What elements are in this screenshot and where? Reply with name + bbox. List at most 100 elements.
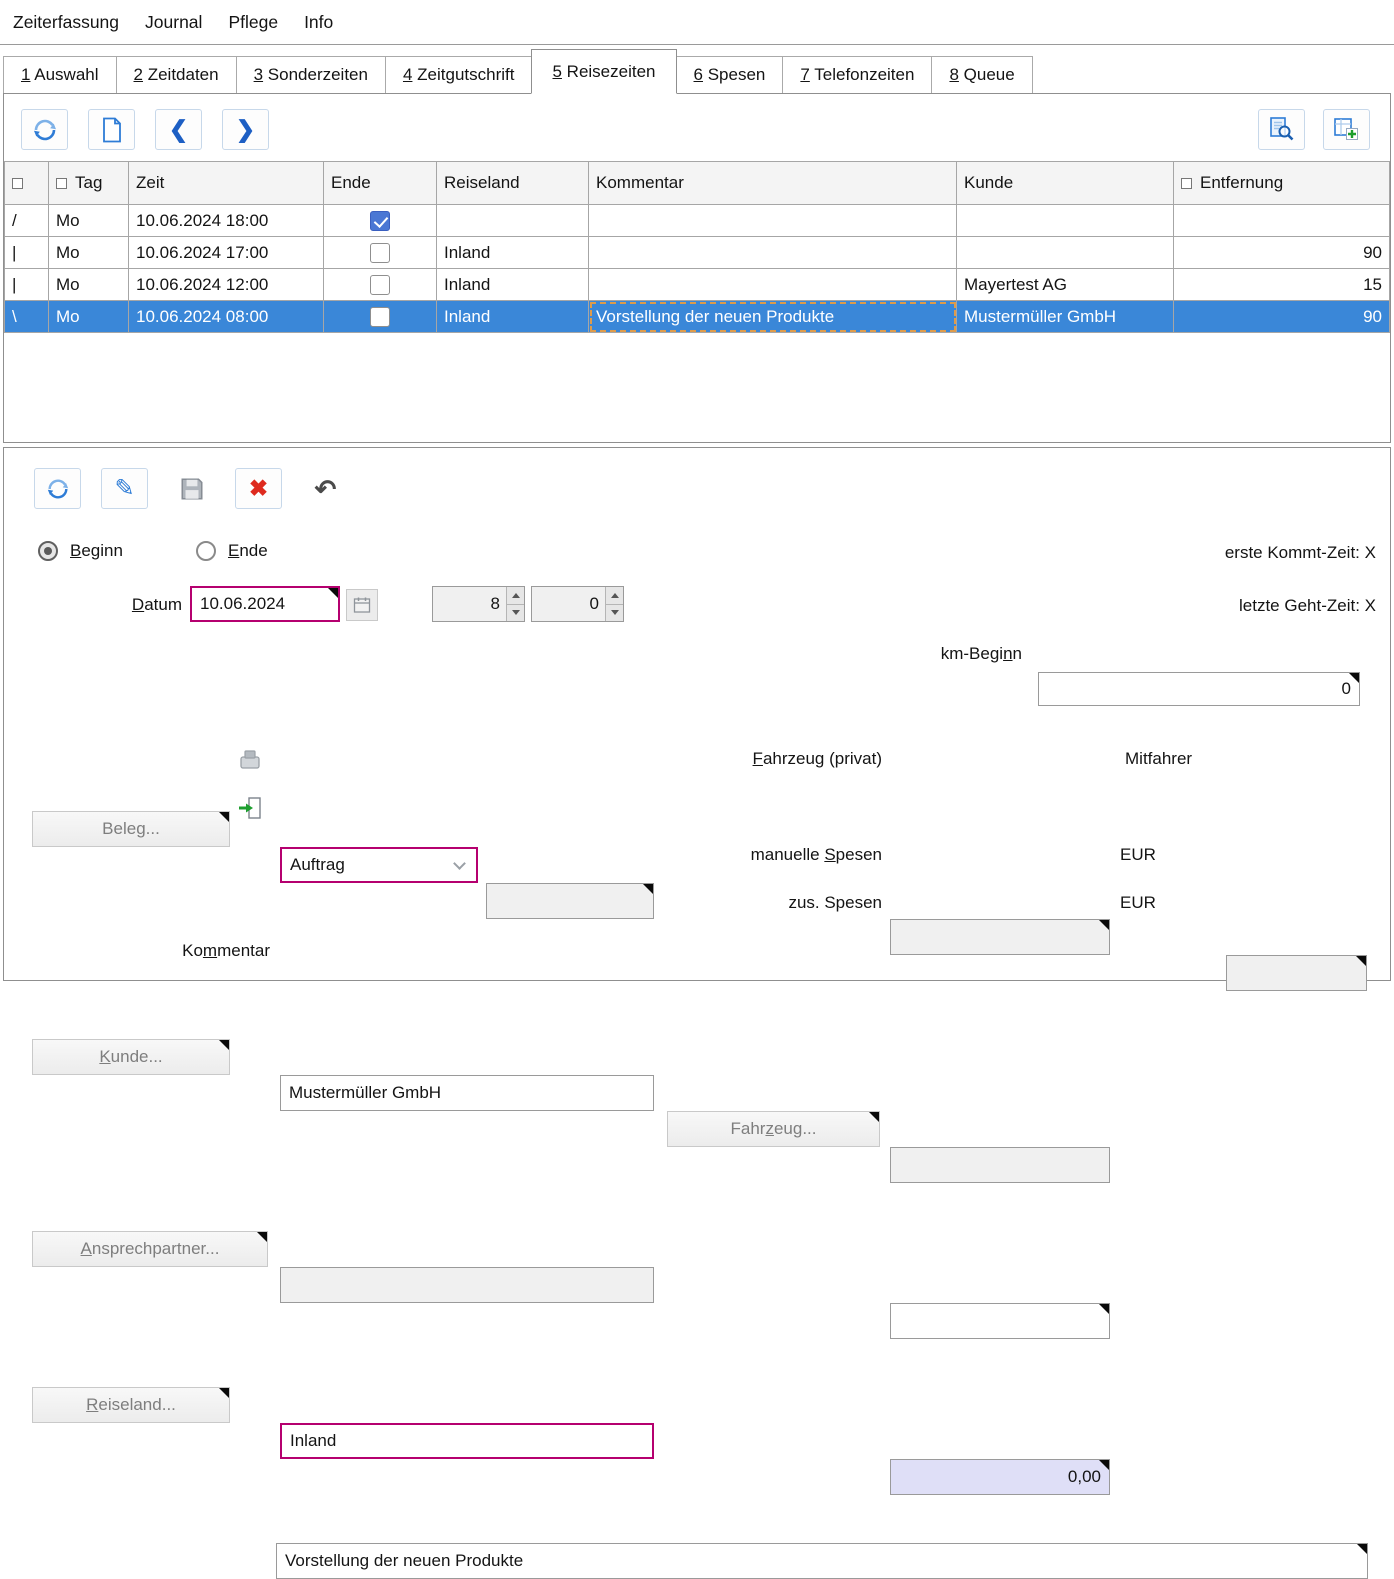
- cell-marker[interactable]: |: [5, 269, 49, 301]
- cell-reiseland[interactable]: [437, 205, 589, 237]
- cell-zeit[interactable]: 10.06.2024 18:00: [129, 205, 324, 237]
- tab-queue[interactable]: 8 Queue: [931, 56, 1032, 93]
- tag-filter-checkbox[interactable]: [56, 178, 67, 189]
- cell-marker[interactable]: |: [5, 237, 49, 269]
- table-row[interactable]: / Mo 10.06.2024 18:00: [5, 205, 1390, 237]
- tab-zeitgutschrift[interactable]: 4 Zeitgutschrift: [385, 56, 533, 93]
- cell-ende[interactable]: [324, 269, 437, 301]
- cell-entfernung[interactable]: [1174, 205, 1390, 237]
- cell-entfernung[interactable]: 15: [1174, 269, 1390, 301]
- calendar-button[interactable]: [346, 589, 378, 621]
- cell-entfernung[interactable]: 90: [1174, 301, 1390, 333]
- cell-tag[interactable]: Mo: [49, 301, 129, 333]
- beleg-scanner-button[interactable]: [234, 744, 266, 776]
- cell-ende[interactable]: [324, 237, 437, 269]
- column-header-tag[interactable]: Tag: [49, 162, 129, 205]
- column-header-select[interactable]: [5, 162, 49, 205]
- goto-customer-button[interactable]: [234, 792, 266, 824]
- cell-kommentar[interactable]: [589, 237, 957, 269]
- beleg-button[interactable]: Beleg...: [32, 811, 230, 847]
- auftrag-select[interactable]: Auftrag: [280, 847, 478, 883]
- cell-tag[interactable]: Mo: [49, 237, 129, 269]
- tab-zeitdaten[interactable]: 2 Zeitdaten: [116, 56, 237, 93]
- minute-spin-up[interactable]: [606, 587, 623, 605]
- add-record-button[interactable]: [1323, 109, 1370, 150]
- column-header-zeit[interactable]: Zeit: [129, 162, 324, 205]
- tab-telefonzeiten[interactable]: 7 Telefonzeiten: [782, 56, 932, 93]
- ende-checkbox[interactable]: [370, 275, 390, 295]
- fahrzeug-input[interactable]: [890, 1147, 1110, 1183]
- table-row-selected[interactable]: \ Mo 10.06.2024 08:00 Inland Vorstellung…: [5, 301, 1390, 333]
- datum-input[interactable]: 10.06.2024: [190, 586, 340, 622]
- tab-spesen[interactable]: 6 Spesen: [676, 56, 784, 93]
- cell-zeit[interactable]: 10.06.2024 12:00: [129, 269, 324, 301]
- menu-info[interactable]: Info: [291, 0, 346, 44]
- next-record-button[interactable]: ❯: [222, 109, 269, 150]
- refresh-detail-button[interactable]: [34, 468, 81, 509]
- table-row[interactable]: | Mo 10.06.2024 12:00 Inland Mayertest A…: [5, 269, 1390, 301]
- column-header-reiseland[interactable]: Reiseland: [437, 162, 589, 205]
- kunde-button[interactable]: Kunde...: [32, 1039, 230, 1075]
- tab-sonderzeiten[interactable]: 3 Sonderzeiten: [236, 56, 386, 93]
- column-header-kommentar[interactable]: Kommentar: [589, 162, 957, 205]
- cell-kommentar[interactable]: [589, 205, 957, 237]
- hour-spinner[interactable]: 8: [432, 586, 525, 622]
- save-record-button[interactable]: [168, 468, 215, 509]
- cell-ende[interactable]: [324, 205, 437, 237]
- cell-tag[interactable]: Mo: [49, 269, 129, 301]
- ansprechpartner-input[interactable]: [280, 1267, 654, 1303]
- reiseland-input[interactable]: Inland: [280, 1423, 654, 1459]
- minute-spinner[interactable]: 0: [531, 586, 624, 622]
- preview-button[interactable]: [1258, 109, 1305, 150]
- select-all-checkbox[interactable]: [12, 178, 23, 189]
- cell-kunde[interactable]: [957, 205, 1174, 237]
- column-header-entfernung[interactable]: Entfernung: [1174, 162, 1390, 205]
- cell-ende[interactable]: [324, 301, 437, 333]
- previous-record-button[interactable]: ❮: [155, 109, 202, 150]
- edit-record-button[interactable]: ✎: [101, 468, 148, 509]
- ende-checkbox[interactable]: [370, 243, 390, 263]
- km-beginn-input[interactable]: 0: [1038, 672, 1360, 706]
- hour-spin-down[interactable]: [507, 605, 524, 622]
- cell-kunde[interactable]: Mayertest AG: [957, 269, 1174, 301]
- mitfahrer-input[interactable]: [1226, 955, 1367, 991]
- cell-kommentar[interactable]: [589, 269, 957, 301]
- cell-kunde[interactable]: Mustermüller GmbH: [957, 301, 1174, 333]
- entfernung-filter-checkbox[interactable]: [1181, 178, 1192, 189]
- delete-record-button[interactable]: ✖: [235, 468, 282, 509]
- cell-kommentar[interactable]: Vorstellung der neuen Produkte: [589, 301, 957, 333]
- manuelle-spesen-input[interactable]: [890, 1303, 1110, 1339]
- cell-entfernung[interactable]: 90: [1174, 237, 1390, 269]
- undo-button[interactable]: ↶: [302, 468, 349, 509]
- column-header-ende[interactable]: Ende: [324, 162, 437, 205]
- kunde-input[interactable]: Mustermüller GmbH: [280, 1075, 654, 1111]
- refresh-list-button[interactable]: [21, 109, 68, 150]
- reiseland-button[interactable]: Reiseland...: [32, 1387, 230, 1423]
- cell-reiseland[interactable]: Inland: [437, 237, 589, 269]
- menu-zeiterfassung[interactable]: Zeiterfassung: [0, 0, 132, 44]
- cell-zeit[interactable]: 10.06.2024 08:00: [129, 301, 324, 333]
- cell-marker[interactable]: \: [5, 301, 49, 333]
- ende-checkbox[interactable]: [370, 307, 390, 327]
- ansprechpartner-button[interactable]: Ansprechpartner...: [32, 1231, 268, 1267]
- cell-marker[interactable]: /: [5, 205, 49, 237]
- cell-kunde[interactable]: [957, 237, 1174, 269]
- hour-spin-up[interactable]: [507, 587, 524, 605]
- tab-auswahl[interactable]: 1 Auswahl: [3, 56, 117, 93]
- cell-zeit[interactable]: 10.06.2024 17:00: [129, 237, 324, 269]
- auftrag-extra-input[interactable]: [486, 883, 654, 919]
- new-document-button[interactable]: [88, 109, 135, 150]
- menu-journal[interactable]: Journal: [132, 0, 215, 44]
- ende-radio[interactable]: [196, 541, 216, 561]
- table-row[interactable]: | Mo 10.06.2024 17:00 Inland 90: [5, 237, 1390, 269]
- beginn-radio[interactable]: [38, 541, 58, 561]
- fahrzeug-button[interactable]: Fahrzeug...: [667, 1111, 880, 1147]
- menu-pflege[interactable]: Pflege: [215, 0, 291, 44]
- cell-reiseland[interactable]: Inland: [437, 269, 589, 301]
- minute-spin-down[interactable]: [606, 605, 623, 622]
- zus-spesen-input[interactable]: 0,00: [890, 1459, 1110, 1495]
- column-header-kunde[interactable]: Kunde: [957, 162, 1174, 205]
- fahrzeug-privat-input[interactable]: [890, 919, 1110, 955]
- cell-reiseland[interactable]: Inland: [437, 301, 589, 333]
- cell-tag[interactable]: Mo: [49, 205, 129, 237]
